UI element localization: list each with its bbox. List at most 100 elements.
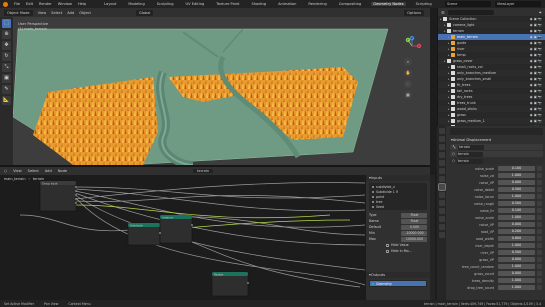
move-tool-icon[interactable]: ✥ bbox=[2, 41, 11, 50]
rotate-tool-icon[interactable]: ↻ bbox=[2, 52, 11, 61]
outliner-search-input[interactable] bbox=[447, 9, 494, 15]
mode-dropdown[interactable]: Object Mode bbox=[4, 9, 33, 16]
material-tab-icon[interactable] bbox=[438, 224, 445, 230]
tab-shading[interactable]: Shading bbox=[249, 2, 268, 6]
attribute-toggle-button[interactable] bbox=[537, 278, 542, 283]
select-box-tool-icon[interactable]: ⬚ bbox=[2, 19, 11, 28]
output-tab-icon[interactable] bbox=[438, 144, 445, 150]
menu-file[interactable]: File bbox=[14, 2, 20, 6]
modifier-name[interactable]: terrain bbox=[458, 144, 485, 150]
visibility-icons[interactable]: ◉ ▣ 📷 bbox=[530, 95, 542, 99]
blender-logo-icon[interactable] bbox=[3, 1, 8, 7]
property-value-field[interactable]: 0.500 bbox=[498, 201, 535, 206]
node-menu-view[interactable]: View bbox=[13, 169, 22, 173]
zoom-icon[interactable]: ⌕ bbox=[404, 58, 412, 66]
physics-tab-icon[interactable] bbox=[438, 200, 445, 206]
particles-tab-icon[interactable] bbox=[438, 192, 445, 198]
constraints-tab-icon[interactable] bbox=[438, 208, 445, 214]
filter-icon[interactable]: ⏷ bbox=[539, 10, 542, 15]
attribute-toggle-button[interactable] bbox=[537, 264, 542, 269]
visibility-icons[interactable]: ◉ ▣ 📷 bbox=[530, 53, 542, 57]
default-value-field[interactable]: 0.000 bbox=[401, 224, 427, 230]
transform-tool-icon[interactable]: ▣ bbox=[2, 74, 11, 83]
visibility-icons[interactable]: ◉ ▣ 📷 bbox=[530, 65, 542, 69]
breadcrumb-object[interactable]: main_terrain bbox=[4, 177, 25, 181]
visibility-icons[interactable]: ◉ ▣ 📷 bbox=[530, 119, 542, 123]
attribute-toggle-button[interactable] bbox=[537, 208, 542, 213]
visibility-icons[interactable]: ◉ ▣ 📷 bbox=[530, 71, 542, 75]
visibility-icons[interactable]: ◉ ▣ 📷 bbox=[530, 17, 542, 21]
property-value-field[interactable]: 0.800 bbox=[498, 236, 535, 241]
attribute-toggle-button[interactable] bbox=[537, 243, 542, 248]
object-tab-icon[interactable] bbox=[438, 176, 445, 182]
node-sidebar-tabs[interactable] bbox=[430, 175, 435, 300]
view-layer-selector[interactable]: ViewLayer bbox=[495, 1, 541, 7]
attribute-toggle-button[interactable] bbox=[537, 222, 542, 227]
hide-in-modifier-checkbox[interactable] bbox=[386, 249, 389, 253]
node-menu-add[interactable]: Add bbox=[45, 169, 52, 173]
menu-edit[interactable]: Edit bbox=[26, 2, 33, 6]
property-value-field[interactable]: 1.000 bbox=[498, 215, 535, 220]
visibility-icons[interactable]: ◉ ▣ 📷 bbox=[530, 89, 542, 93]
attribute-toggle-button[interactable] bbox=[537, 215, 542, 220]
pan-hand-icon[interactable]: ✋ bbox=[404, 69, 412, 77]
menu-window[interactable]: Window bbox=[58, 2, 72, 6]
property-value-field[interactable]: 1.000 bbox=[498, 264, 535, 269]
properties-search-input[interactable] bbox=[450, 128, 543, 135]
node-menu-select[interactable]: Select bbox=[28, 169, 39, 173]
node-group-selector[interactable]: terrain bbox=[456, 158, 483, 164]
tab-texture-paint[interactable]: Texture Paint bbox=[214, 2, 241, 6]
tab-sculpting[interactable]: Sculpting bbox=[155, 2, 176, 6]
node-group-row[interactable]: ⬡ terrain bbox=[450, 158, 543, 164]
panel-outputs-header[interactable]: ▾ Outputs bbox=[366, 272, 430, 278]
editor-type-icon[interactable]: ⬡ bbox=[4, 169, 7, 173]
property-value-field[interactable]: 0.500 bbox=[498, 250, 535, 255]
tab-rendering[interactable]: Rendering bbox=[306, 2, 328, 6]
property-value-field[interactable]: 0.500 bbox=[498, 187, 535, 192]
property-value-field[interactable]: 1.000 bbox=[498, 194, 535, 199]
property-value-field[interactable]: 0.000 bbox=[498, 222, 535, 227]
property-value-field[interactable]: 0.100 bbox=[498, 166, 535, 171]
viewport-menu-select[interactable]: Select bbox=[51, 11, 62, 15]
property-value-field[interactable]: 0.000 bbox=[498, 180, 535, 185]
outliner-display-icon[interactable]: ☰ bbox=[441, 10, 445, 15]
property-value-field[interactable]: 0.100 bbox=[498, 208, 535, 213]
tab-scripting[interactable]: Scripting bbox=[414, 2, 434, 6]
cursor-tool-icon[interactable]: ⊕ bbox=[2, 30, 11, 39]
visibility-icons[interactable]: ◉ ▣ 📷 bbox=[530, 107, 542, 111]
max-value-field[interactable]: 10000.000 bbox=[401, 236, 427, 242]
measure-tool-icon[interactable]: 📐 bbox=[2, 96, 11, 105]
orientation-dropdown[interactable]: Global bbox=[135, 9, 154, 16]
attribute-toggle-button[interactable] bbox=[537, 236, 542, 241]
texture-tab-icon[interactable] bbox=[438, 232, 445, 238]
attribute-toggle-button[interactable] bbox=[537, 166, 542, 171]
attribute-toggle-button[interactable] bbox=[537, 257, 542, 262]
scene-tab-icon[interactable] bbox=[438, 160, 445, 166]
visibility-icons[interactable]: ◉ ▣ 📷 bbox=[530, 29, 542, 33]
property-value-field[interactable]: 1.000 bbox=[498, 285, 535, 290]
modifier-row[interactable]: 🔧 terrain bbox=[450, 144, 543, 150]
attribute-toggle-button[interactable] bbox=[537, 187, 542, 192]
attribute-toggle-button[interactable] bbox=[537, 229, 542, 234]
world-tab-icon[interactable] bbox=[438, 168, 445, 174]
viewport-menu-view[interactable]: View bbox=[38, 11, 47, 15]
visibility-icons[interactable]: ◉ ▣ 📷 bbox=[530, 47, 542, 51]
viewport-menu-object[interactable]: Object bbox=[79, 11, 91, 15]
attribute-toggle-button[interactable] bbox=[537, 271, 542, 276]
modifier-name[interactable]: terrain bbox=[456, 151, 483, 157]
node-tree-selector[interactable]: terrain bbox=[193, 169, 214, 173]
section-header[interactable]: ▾ Animal Displacement bbox=[448, 137, 545, 143]
socket-name-field[interactable]: Float bbox=[401, 218, 427, 224]
property-value-field[interactable]: 1.000 bbox=[498, 243, 535, 248]
view-layer-tab-icon[interactable] bbox=[438, 152, 445, 158]
viewport-menu-add[interactable]: Add bbox=[67, 11, 74, 15]
hide-value-checkbox[interactable] bbox=[386, 243, 389, 247]
attribute-toggle-button[interactable] bbox=[537, 285, 542, 290]
node-editor-canvas[interactable]: Group Input Distribute Instance Realize … bbox=[0, 175, 365, 300]
tab-uv-editing[interactable]: UV Editing bbox=[184, 2, 207, 6]
list-item[interactable]: Geometry bbox=[370, 281, 426, 286]
socket-type-dropdown[interactable]: Float bbox=[401, 212, 427, 218]
tab-layout[interactable]: Layout bbox=[102, 2, 118, 6]
menu-render[interactable]: Render bbox=[39, 2, 52, 6]
min-value-field[interactable]: -10000.000 bbox=[401, 230, 427, 236]
